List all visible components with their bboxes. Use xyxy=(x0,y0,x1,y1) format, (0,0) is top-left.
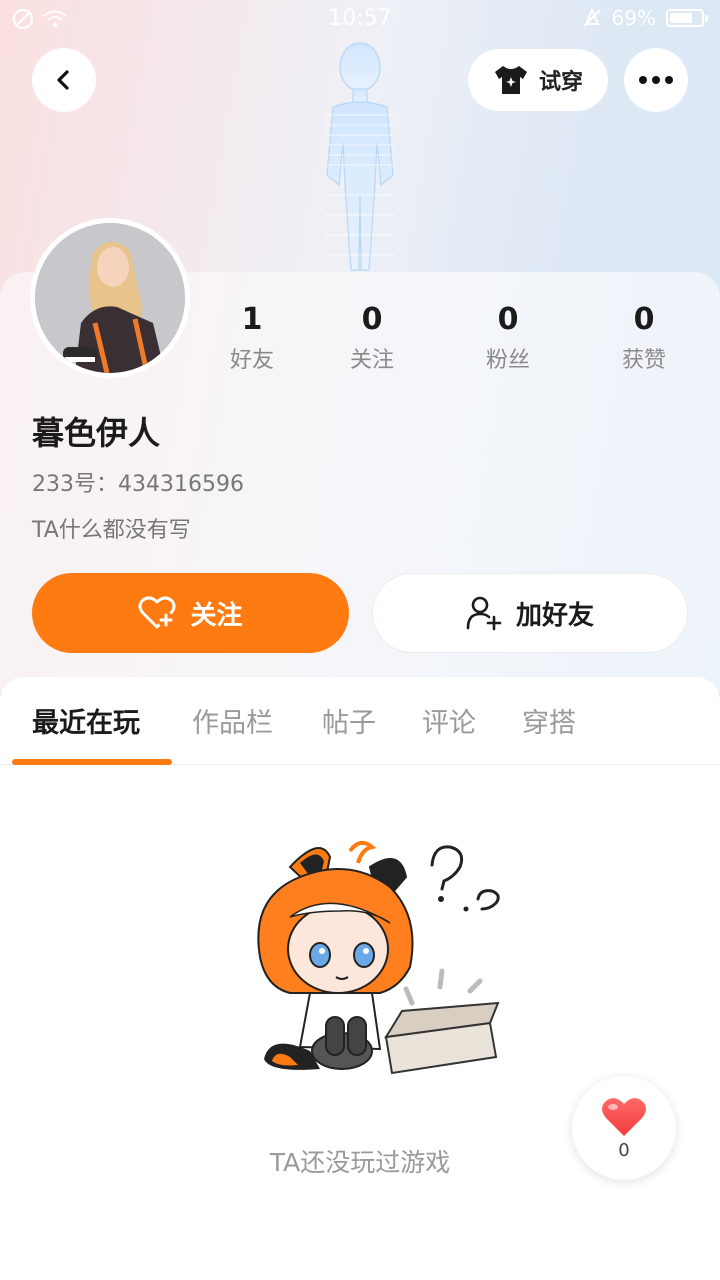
tryon-button[interactable]: 试穿 xyxy=(468,49,608,111)
follow-button[interactable]: 关注 xyxy=(32,573,349,653)
tab-comments[interactable]: 评论 xyxy=(422,701,476,740)
more-icon xyxy=(639,76,673,84)
add-user-icon xyxy=(466,596,502,631)
content-panel: 最近在玩 作品栏 帖子 评论 穿搭 TA还没玩过游戏 xyxy=(0,677,720,1280)
stat-friends[interactable]: 1 好友 xyxy=(202,300,302,374)
empty-state-illustration xyxy=(257,840,500,1075)
follow-label: 关注 xyxy=(190,600,243,631)
heart-plus-icon xyxy=(138,596,176,629)
battery-icon xyxy=(666,9,708,27)
tab-outfits[interactable]: 穿搭 xyxy=(522,701,576,740)
stat-following[interactable]: 0 关注 xyxy=(322,300,422,374)
stat-following-label: 关注 xyxy=(349,348,394,373)
stat-likes-count: 0 xyxy=(633,302,655,337)
add-friend-button[interactable]: 加好友 xyxy=(372,573,688,653)
back-button[interactable] xyxy=(32,48,96,112)
stat-likes-label: 获赞 xyxy=(621,348,666,373)
back-icon xyxy=(57,70,69,90)
stat-fans-count: 0 xyxy=(497,302,519,337)
user-id: 233号：434316596 xyxy=(32,472,244,497)
nickname: 暮色伊人 xyxy=(32,414,161,452)
stat-friends-count: 1 xyxy=(241,302,263,337)
heart-icon xyxy=(602,1097,646,1136)
tab-bar: 最近在玩 作品栏 帖子 评论 穿搭 xyxy=(0,677,720,765)
like-fab-button[interactable]: 0 xyxy=(572,1076,676,1180)
add-friend-label: 加好友 xyxy=(515,600,594,631)
status-icons-right: 69% xyxy=(582,6,708,30)
tab-works[interactable]: 作品栏 xyxy=(192,701,273,740)
hologram-avatar-figure xyxy=(325,42,395,271)
tryon-label: 试穿 xyxy=(538,70,583,95)
stat-friends-label: 好友 xyxy=(229,348,274,373)
avatar-image xyxy=(35,223,185,373)
stat-likes[interactable]: 0 获赞 xyxy=(594,300,694,374)
stat-fans[interactable]: 0 粉丝 xyxy=(458,300,558,374)
stat-following-count: 0 xyxy=(361,302,383,337)
tab-recently-played[interactable]: 最近在玩 xyxy=(32,701,140,740)
status-bar: 10:57 69% xyxy=(0,0,720,40)
tab-posts[interactable]: 帖子 xyxy=(322,701,376,740)
battery-percent: 69% xyxy=(611,6,656,30)
stat-fans-label: 粉丝 xyxy=(485,348,530,373)
bio: TA什么都没有写 xyxy=(32,518,191,543)
avatar[interactable] xyxy=(30,218,190,378)
mute-icon xyxy=(582,8,601,27)
like-count: 0 xyxy=(618,1139,630,1161)
active-tab-indicator xyxy=(12,759,172,765)
more-button[interactable] xyxy=(624,48,688,112)
tshirt-icon xyxy=(494,66,527,94)
